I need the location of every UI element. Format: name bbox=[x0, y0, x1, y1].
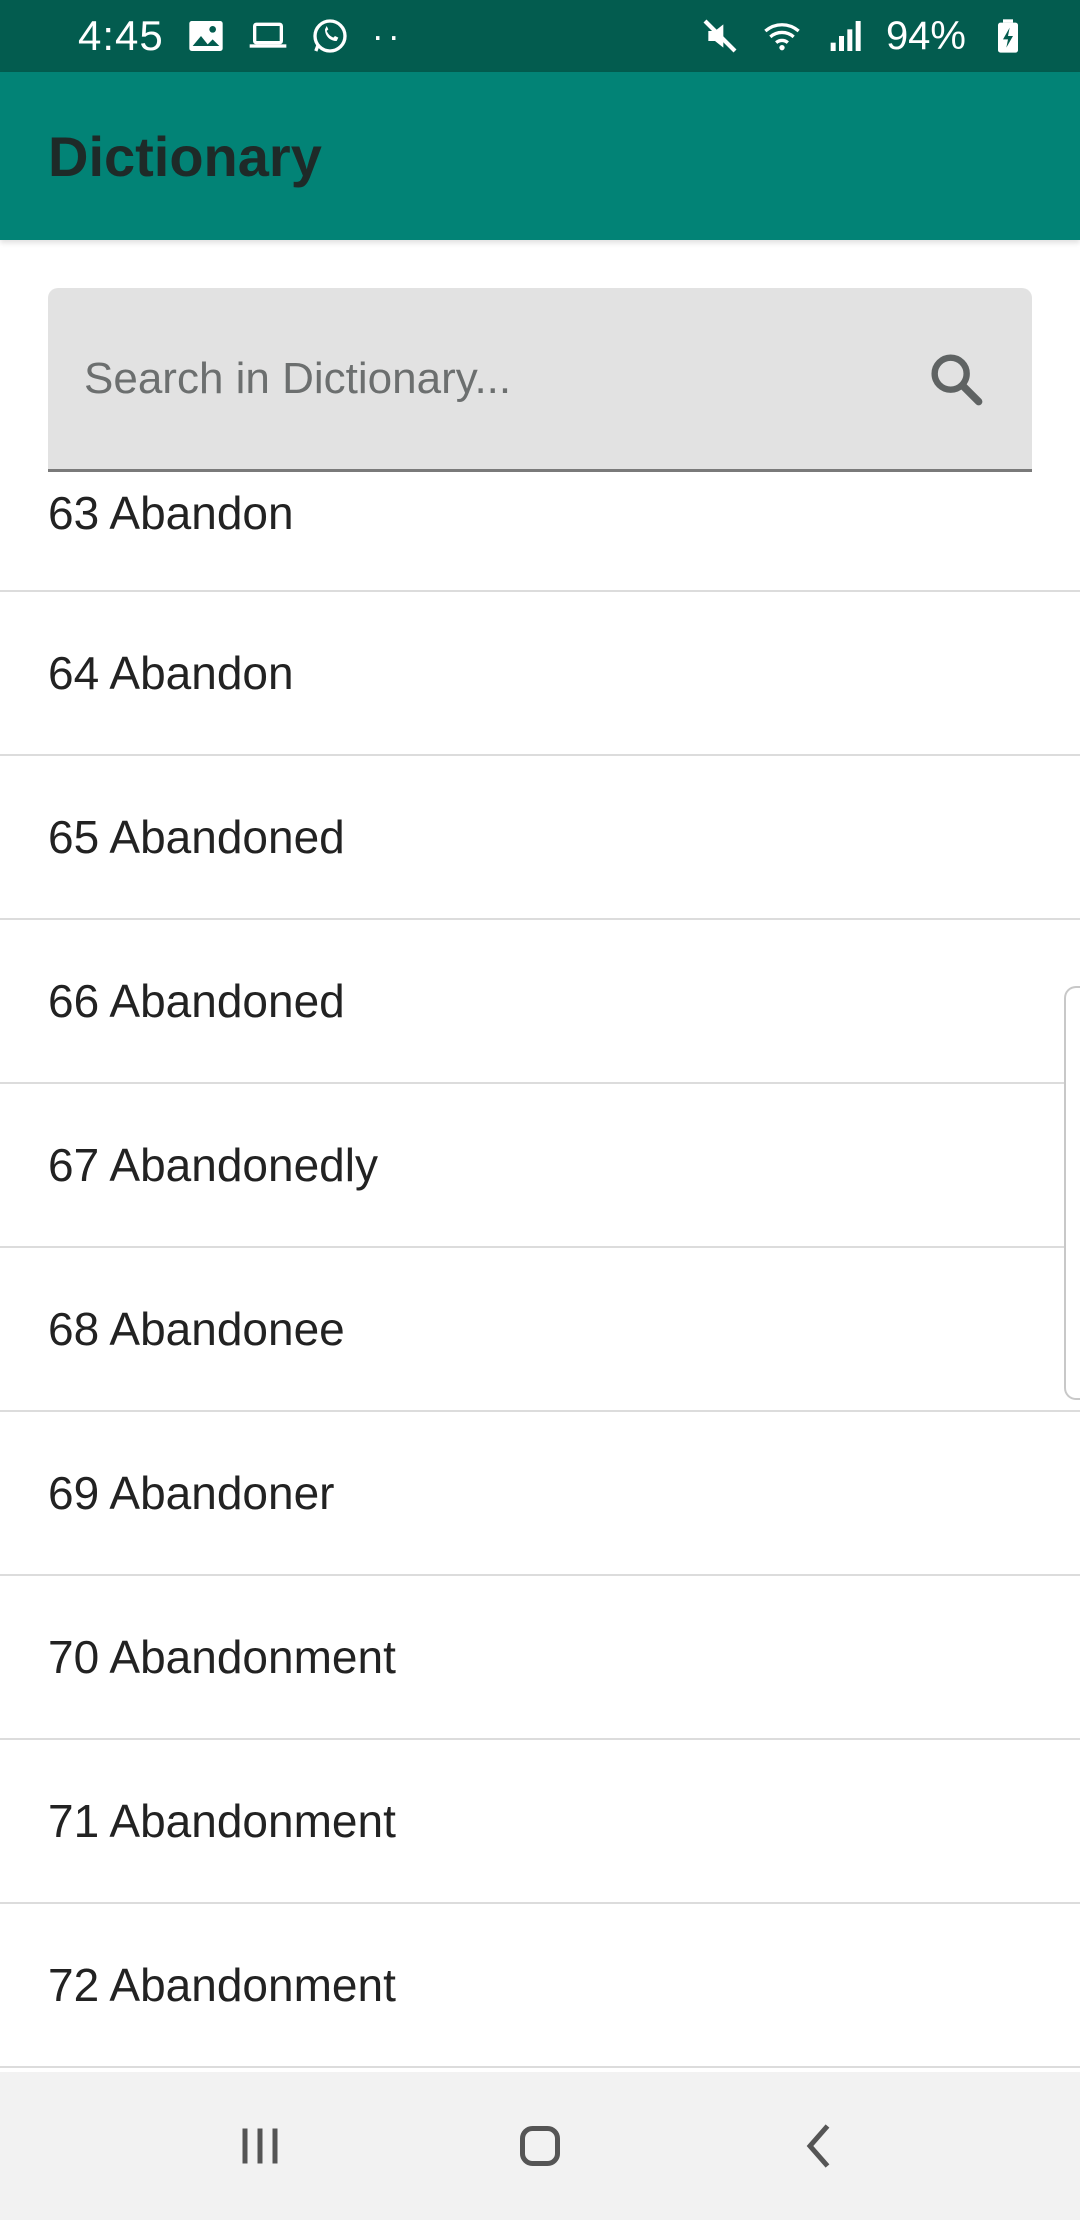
back-icon bbox=[806, 2124, 830, 2168]
list-item[interactable]: 68 Abandonee bbox=[0, 1248, 1080, 1412]
scrollbar-handle[interactable] bbox=[1064, 986, 1080, 1400]
recents-icon bbox=[242, 2128, 278, 2164]
wifi-icon bbox=[764, 23, 800, 51]
home-button[interactable] bbox=[480, 2096, 600, 2196]
list-item[interactable]: 71 Abandonment bbox=[0, 1740, 1080, 1904]
battery-percent: 94% bbox=[885, 13, 966, 58]
search-icon[interactable] bbox=[924, 347, 988, 411]
status-left: 4:45 ·· bbox=[78, 12, 404, 60]
laptop-icon bbox=[249, 22, 287, 48]
nav-bar bbox=[0, 2072, 1080, 2220]
list-item[interactable]: 65 Abandoned bbox=[0, 756, 1080, 920]
list-item[interactable]: 70 Abandonment bbox=[0, 1576, 1080, 1740]
back-button[interactable] bbox=[760, 2096, 880, 2196]
search-input[interactable] bbox=[84, 353, 904, 404]
status-right: 94% bbox=[700, 14, 1028, 59]
recents-button[interactable] bbox=[200, 2096, 320, 2196]
list-item[interactable]: 64 Abandon bbox=[0, 592, 1080, 756]
status-time: 4:45 bbox=[78, 12, 164, 59]
list-item[interactable]: 72 Abandonment bbox=[0, 1904, 1080, 2068]
list-item[interactable]: 67 Abandonedly bbox=[0, 1084, 1080, 1248]
signal-icon bbox=[830, 21, 861, 51]
app-bar: Dictionary bbox=[0, 72, 1080, 240]
search-box[interactable] bbox=[48, 288, 1032, 472]
word-list[interactable]: 63 Abandon 64 Abandon 65 Abandoned 66 Ab… bbox=[0, 476, 1080, 2072]
list-item[interactable]: 66 Abandoned bbox=[0, 920, 1080, 1084]
gallery-icon bbox=[189, 21, 223, 51]
more-dots-icon: ·· bbox=[371, 15, 404, 56]
status-bar: 4:45 ·· 94% bbox=[0, 0, 1080, 72]
list-item[interactable]: 69 Abandoner bbox=[0, 1412, 1080, 1576]
whatsapp-icon bbox=[313, 19, 347, 53]
list-item[interactable]: 63 Abandon bbox=[0, 476, 1080, 592]
battery-charging-icon bbox=[998, 19, 1018, 53]
page-title: Dictionary bbox=[48, 124, 322, 188]
mute-icon bbox=[703, 19, 737, 53]
home-icon bbox=[520, 2126, 560, 2166]
